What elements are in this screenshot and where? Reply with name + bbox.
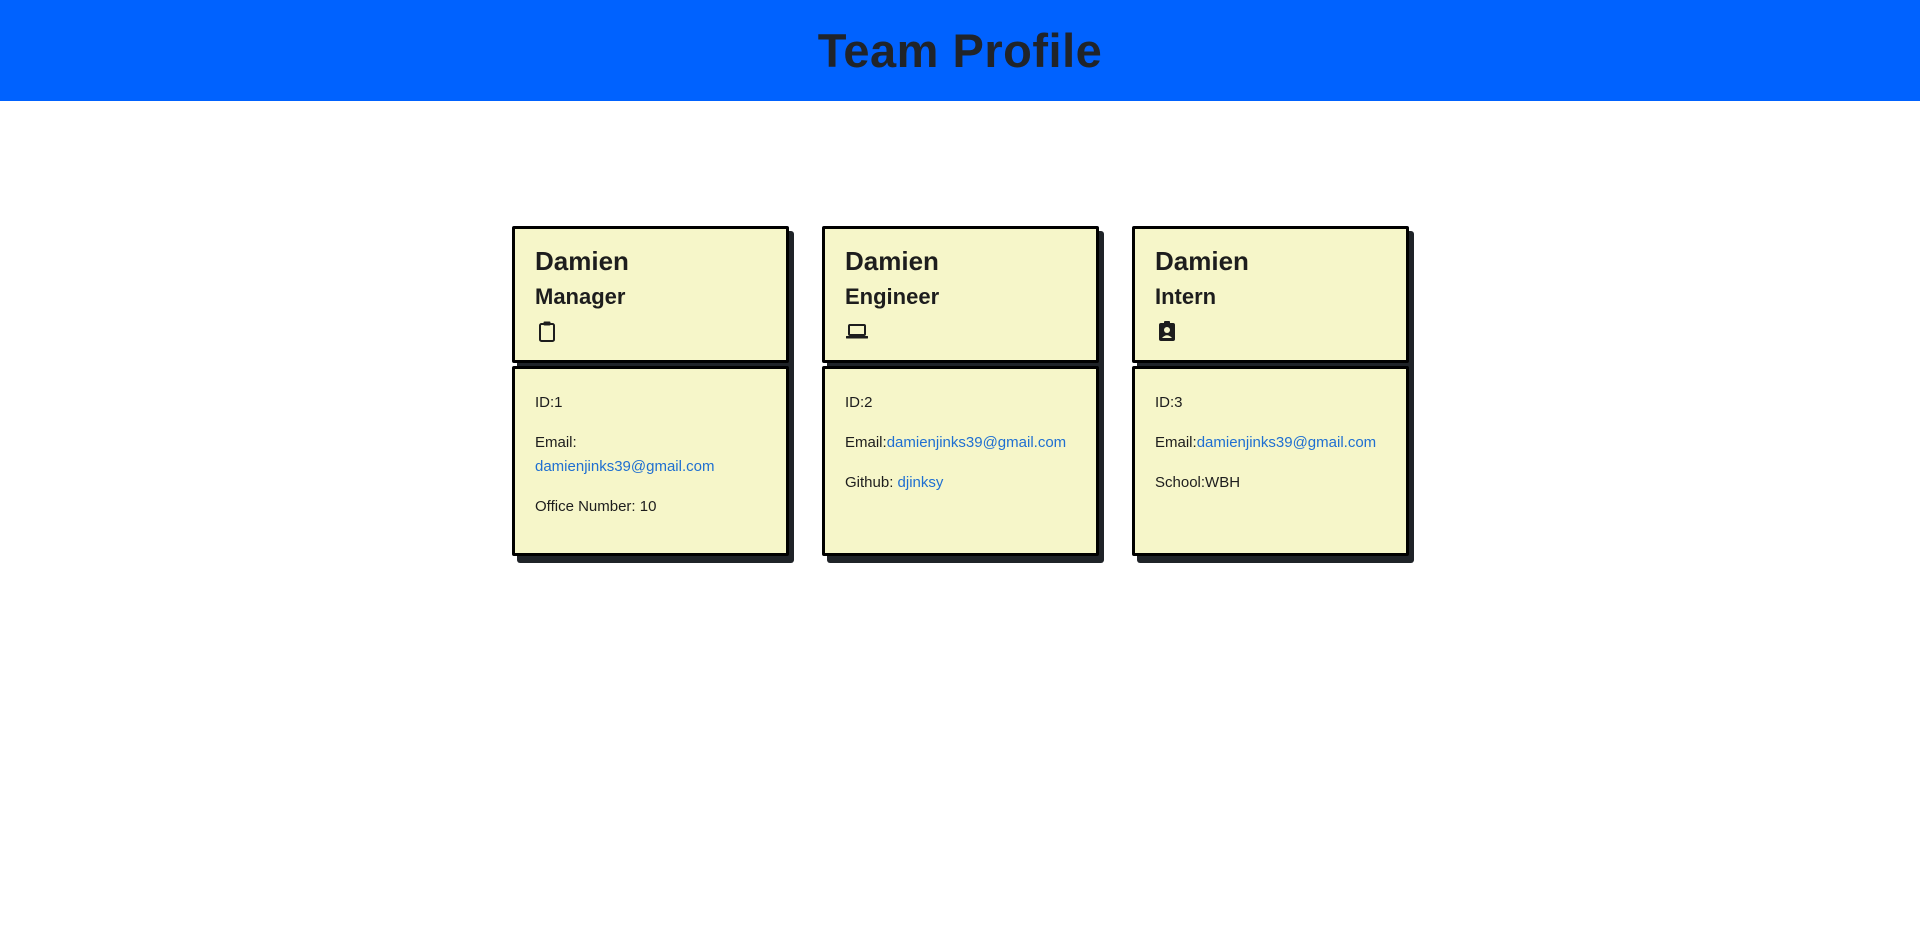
card-body: ID:1 Email: damienjinks39@gmail.com Offi… [512, 366, 789, 556]
member-github-row: Github: djinksy [845, 471, 1076, 495]
clipboard-icon [535, 319, 559, 343]
engineer-card: Damien Engineer ID:2 Email:damienjinks39… [822, 226, 1104, 563]
member-role: Intern [1155, 284, 1217, 309]
user-badge-icon [1155, 319, 1179, 343]
github-link[interactable]: djinksy [898, 474, 944, 491]
member-email-row: Email:damienjinks39@gmail.com [845, 431, 1076, 455]
github-label: Github: [845, 474, 898, 491]
page-title: Team Profile [817, 24, 1103, 77]
page-header: Team Profile [0, 0, 1920, 101]
member-name: Damien [1155, 246, 1249, 276]
email-link[interactable]: damienjinks39@gmail.com [887, 434, 1066, 451]
card-header: Damien Engineer [822, 226, 1099, 363]
member-email-row: Email: damienjinks39@gmail.com [535, 431, 766, 479]
office-number: Office Number: 10 [535, 498, 657, 515]
card-body: ID:3 Email:damienjinks39@gmail.com Schoo… [1132, 366, 1409, 556]
laptop-icon [845, 319, 869, 343]
email-link[interactable]: damienjinks39@gmail.com [1197, 434, 1376, 451]
school: School:WBH [1155, 474, 1241, 491]
team-cards: Damien Manager ID:1 Email: damienjinks39… [512, 226, 1414, 563]
member-name: Damien [845, 246, 939, 276]
member-id: ID:3 [1155, 394, 1183, 411]
email-link[interactable]: damienjinks39@gmail.com [535, 458, 714, 475]
member-role: Engineer [845, 284, 940, 309]
intern-card: Damien Intern ID:3 Email:damienjinks39@g… [1132, 226, 1414, 563]
member-name: Damien [535, 246, 629, 276]
card-header: Damien Manager [512, 226, 789, 363]
member-id: ID:1 [535, 394, 563, 411]
manager-card: Damien Manager ID:1 Email: damienjinks39… [512, 226, 794, 563]
member-id: ID:2 [845, 394, 873, 411]
card-body: ID:2 Email:damienjinks39@gmail.com Githu… [822, 366, 1099, 556]
email-label: Email: [535, 434, 577, 451]
card-header: Damien Intern [1132, 226, 1409, 363]
member-role: Manager [535, 284, 626, 309]
member-email-row: Email:damienjinks39@gmail.com [1155, 431, 1386, 455]
email-label: Email: [845, 434, 887, 451]
email-label: Email: [1155, 434, 1197, 451]
